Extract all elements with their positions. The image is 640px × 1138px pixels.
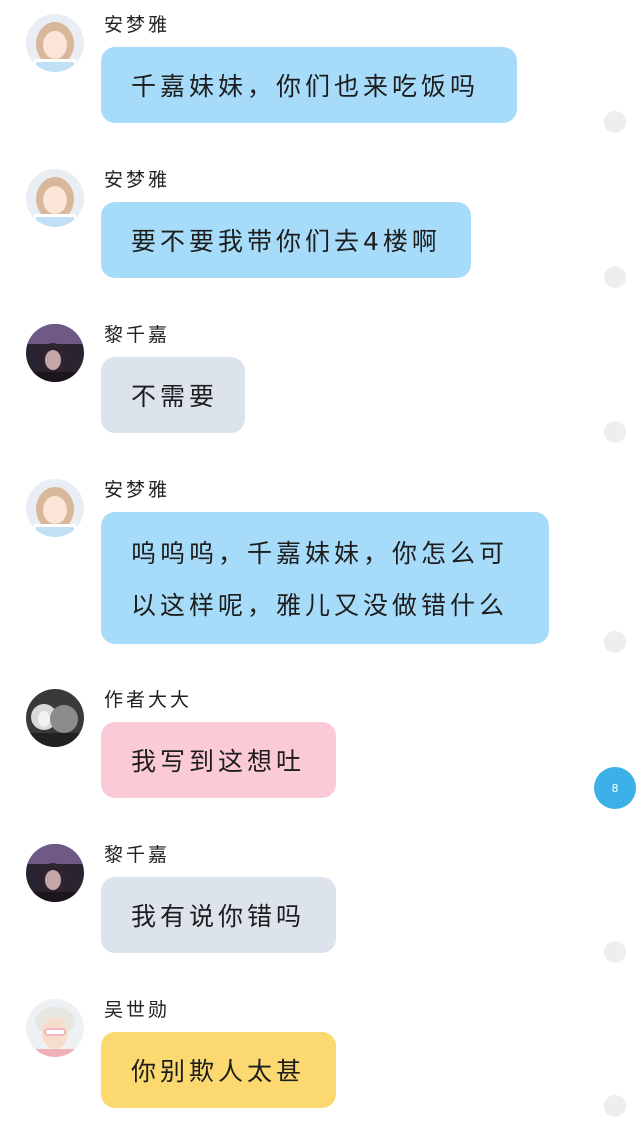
sender-avatar[interactable] bbox=[26, 999, 84, 1057]
chat-message: 安梦雅 呜呜呜，千嘉妹妹，你怎么可 以这样呢，雅儿又没做错什么 bbox=[0, 465, 640, 665]
unread-count: 8 bbox=[611, 781, 619, 795]
sender-name: 黎千嘉 bbox=[104, 324, 171, 346]
sender-avatar[interactable] bbox=[26, 689, 84, 747]
sender-name: 安梦雅 bbox=[104, 479, 171, 501]
read-status-dot bbox=[604, 1095, 626, 1117]
sender-avatar[interactable] bbox=[26, 479, 84, 537]
sender-avatar[interactable] bbox=[26, 324, 84, 382]
message-text: 我有说你错吗 bbox=[131, 902, 306, 931]
sender-name: 吴世勋 bbox=[104, 999, 171, 1021]
message-text-line: 呜呜呜，千嘉妹妹，你怎么可 bbox=[131, 539, 509, 568]
message-bubble[interactable]: 呜呜呜，千嘉妹妹，你怎么可 以这样呢，雅儿又没做错什么 bbox=[101, 512, 549, 644]
unread-count-badge[interactable]: 8 bbox=[594, 767, 636, 809]
chat-message: 黎千嘉 不需要 bbox=[0, 310, 640, 460]
sender-name: 黎千嘉 bbox=[104, 844, 171, 866]
chat-message: 安梦雅 千嘉妹妹，你们也来吃饭吗 bbox=[0, 0, 640, 150]
message-bubble[interactable]: 不需要 bbox=[101, 357, 245, 433]
chat-message: 安梦雅 要不要我带你们去4楼啊 bbox=[0, 155, 640, 305]
sender-avatar[interactable] bbox=[26, 14, 84, 72]
message-text: 千嘉妹妹，你们也来吃饭吗 bbox=[131, 72, 480, 101]
read-status-dot bbox=[604, 266, 626, 288]
sender-avatar[interactable] bbox=[26, 169, 84, 227]
message-bubble[interactable]: 千嘉妹妹，你们也来吃饭吗 bbox=[101, 47, 517, 123]
message-text: 你别欺人太甚 bbox=[131, 1057, 306, 1086]
message-bubble[interactable]: 你别欺人太甚 bbox=[101, 1032, 336, 1108]
message-bubble[interactable]: 要不要我带你们去4楼啊 bbox=[101, 202, 471, 278]
sender-name: 安梦雅 bbox=[104, 169, 171, 191]
sender-name: 安梦雅 bbox=[104, 14, 171, 36]
chat-message: 作者大大 我写到这想吐 bbox=[0, 675, 640, 825]
sender-avatar[interactable] bbox=[26, 844, 84, 902]
read-status-dot bbox=[604, 421, 626, 443]
message-text: 我写到这想吐 bbox=[131, 747, 306, 776]
read-status-dot bbox=[604, 111, 626, 133]
message-text-line: 以这样呢，雅儿又没做错什么 bbox=[131, 591, 509, 620]
chat-message: 吴世勋 你别欺人太甚 bbox=[0, 985, 640, 1138]
message-text: 不需要 bbox=[131, 382, 219, 411]
message-text: 要不要我带你们去4楼啊 bbox=[131, 227, 441, 256]
sender-name: 作者大大 bbox=[104, 689, 193, 711]
read-status-dot bbox=[604, 631, 626, 653]
chat-message: 黎千嘉 我有说你错吗 bbox=[0, 830, 640, 980]
read-status-dot bbox=[604, 941, 626, 963]
message-bubble[interactable]: 我有说你错吗 bbox=[101, 877, 336, 953]
message-bubble[interactable]: 我写到这想吐 bbox=[101, 722, 336, 798]
